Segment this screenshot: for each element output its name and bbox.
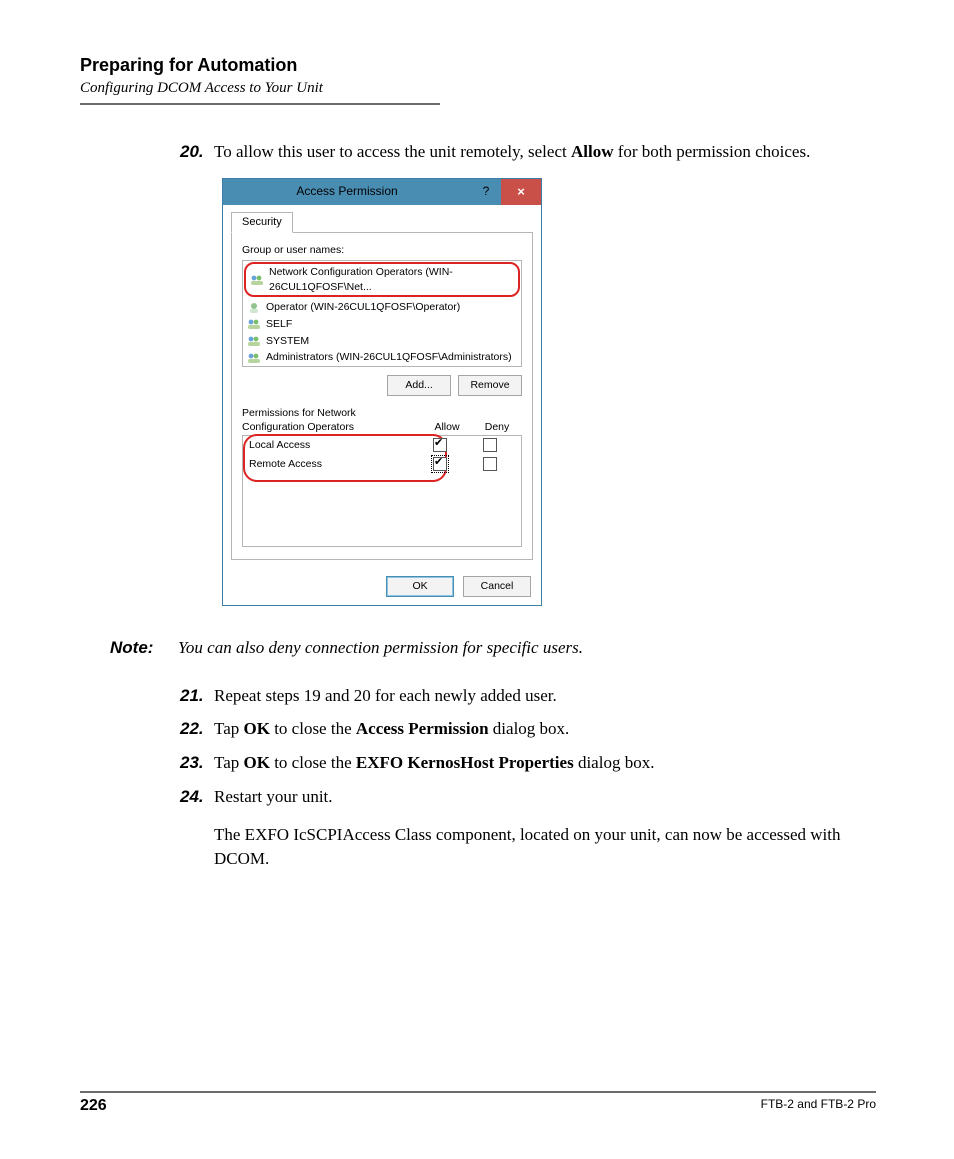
step-text: To allow this user to access the unit re… [214, 140, 874, 164]
step-23: 23. Tap OK to close the EXFO KernosHost … [180, 751, 874, 775]
list-item[interactable]: SYSTEM [243, 333, 521, 350]
access-permission-dialog: Access Permission ? × Security Group or … [222, 178, 542, 606]
page-title: Preparing for Automation [80, 55, 874, 76]
step-21: 21. Repeat steps 19 and 20 for each newl… [180, 684, 874, 708]
note-text: You can also deny connection permission … [178, 636, 583, 660]
checkbox-deny[interactable] [483, 438, 497, 452]
page-number: 226 [80, 1097, 107, 1115]
list-item[interactable]: Operator (WIN-26CUL1QFOSF\Operator) [243, 299, 521, 316]
permission-name: Local Access [249, 438, 415, 453]
step-number: 20. [180, 140, 214, 164]
note-label: Note: [110, 636, 178, 660]
list-item-label: Administrators (WIN-26CUL1QFOSF\Administ… [266, 350, 512, 365]
note: Note: You can also deny connection permi… [110, 636, 874, 660]
list-item-label: SYSTEM [266, 334, 309, 349]
list-item-label: Operator (WIN-26CUL1QFOSF\Operator) [266, 300, 460, 315]
group-users-label: Group or user names: [242, 243, 522, 258]
permission-row: Remote Access [243, 455, 521, 474]
help-button[interactable]: ? [471, 183, 501, 200]
step-number: 21. [180, 684, 214, 708]
step-text: Restart your unit. [214, 785, 874, 809]
col-deny: Deny [472, 420, 522, 435]
checkbox-allow[interactable] [433, 457, 447, 471]
dialog-title: Access Permission [223, 183, 471, 200]
checkbox-allow[interactable] [433, 438, 447, 452]
step-22: 22. Tap OK to close the Access Permissio… [180, 717, 874, 741]
group-icon [247, 351, 261, 365]
step-24: 24. Restart your unit. [180, 785, 874, 809]
close-button[interactable]: × [501, 179, 541, 205]
group-icon [247, 334, 261, 348]
add-button[interactable]: Add... [387, 375, 451, 396]
ok-button[interactable]: OK [386, 576, 454, 597]
step-text: Tap OK to close the Access Permission di… [214, 717, 874, 741]
cancel-button[interactable]: Cancel [463, 576, 531, 597]
step-20: 20. To allow this user to access the uni… [180, 140, 874, 164]
checkbox-deny[interactable] [483, 457, 497, 471]
closing-paragraph: The EXFO IcSCPIAccess Class component, l… [214, 823, 874, 871]
list-item-label: Network Configuration Operators (WIN-26C… [269, 265, 514, 294]
step-number: 24. [180, 785, 214, 809]
permission-row: Local Access [243, 436, 521, 455]
permissions-listbox[interactable]: Local Access Remote Access [242, 435, 522, 547]
user-icon [247, 301, 261, 315]
step-text: Tap OK to close the EXFO KernosHost Prop… [214, 751, 874, 775]
tab-security[interactable]: Security [231, 212, 293, 233]
permissions-label: Permissions for Network Configuration Op… [242, 406, 522, 435]
list-item[interactable]: SELF [243, 316, 521, 333]
step-text: Repeat steps 19 and 20 for each newly ad… [214, 684, 874, 708]
step-number: 23. [180, 751, 214, 775]
footer-rule [80, 1091, 876, 1093]
product-name: FTB-2 and FTB-2 Pro [761, 1097, 876, 1115]
group-icon [247, 317, 261, 331]
group-icon [250, 273, 264, 287]
list-item-label: SELF [266, 317, 292, 332]
dialog-titlebar: Access Permission ? × [223, 179, 541, 205]
list-item[interactable]: Network Configuration Operators (WIN-26C… [244, 262, 520, 297]
step-number: 22. [180, 717, 214, 741]
users-listbox[interactable]: Network Configuration Operators (WIN-26C… [242, 260, 522, 367]
header-rule [80, 103, 440, 105]
page-subtitle: Configuring DCOM Access to Your Unit [80, 80, 874, 97]
list-item[interactable]: Administrators (WIN-26CUL1QFOSF\Administ… [243, 349, 521, 366]
col-allow: Allow [422, 420, 472, 435]
permission-name: Remote Access [249, 457, 415, 472]
remove-button[interactable]: Remove [458, 375, 522, 396]
